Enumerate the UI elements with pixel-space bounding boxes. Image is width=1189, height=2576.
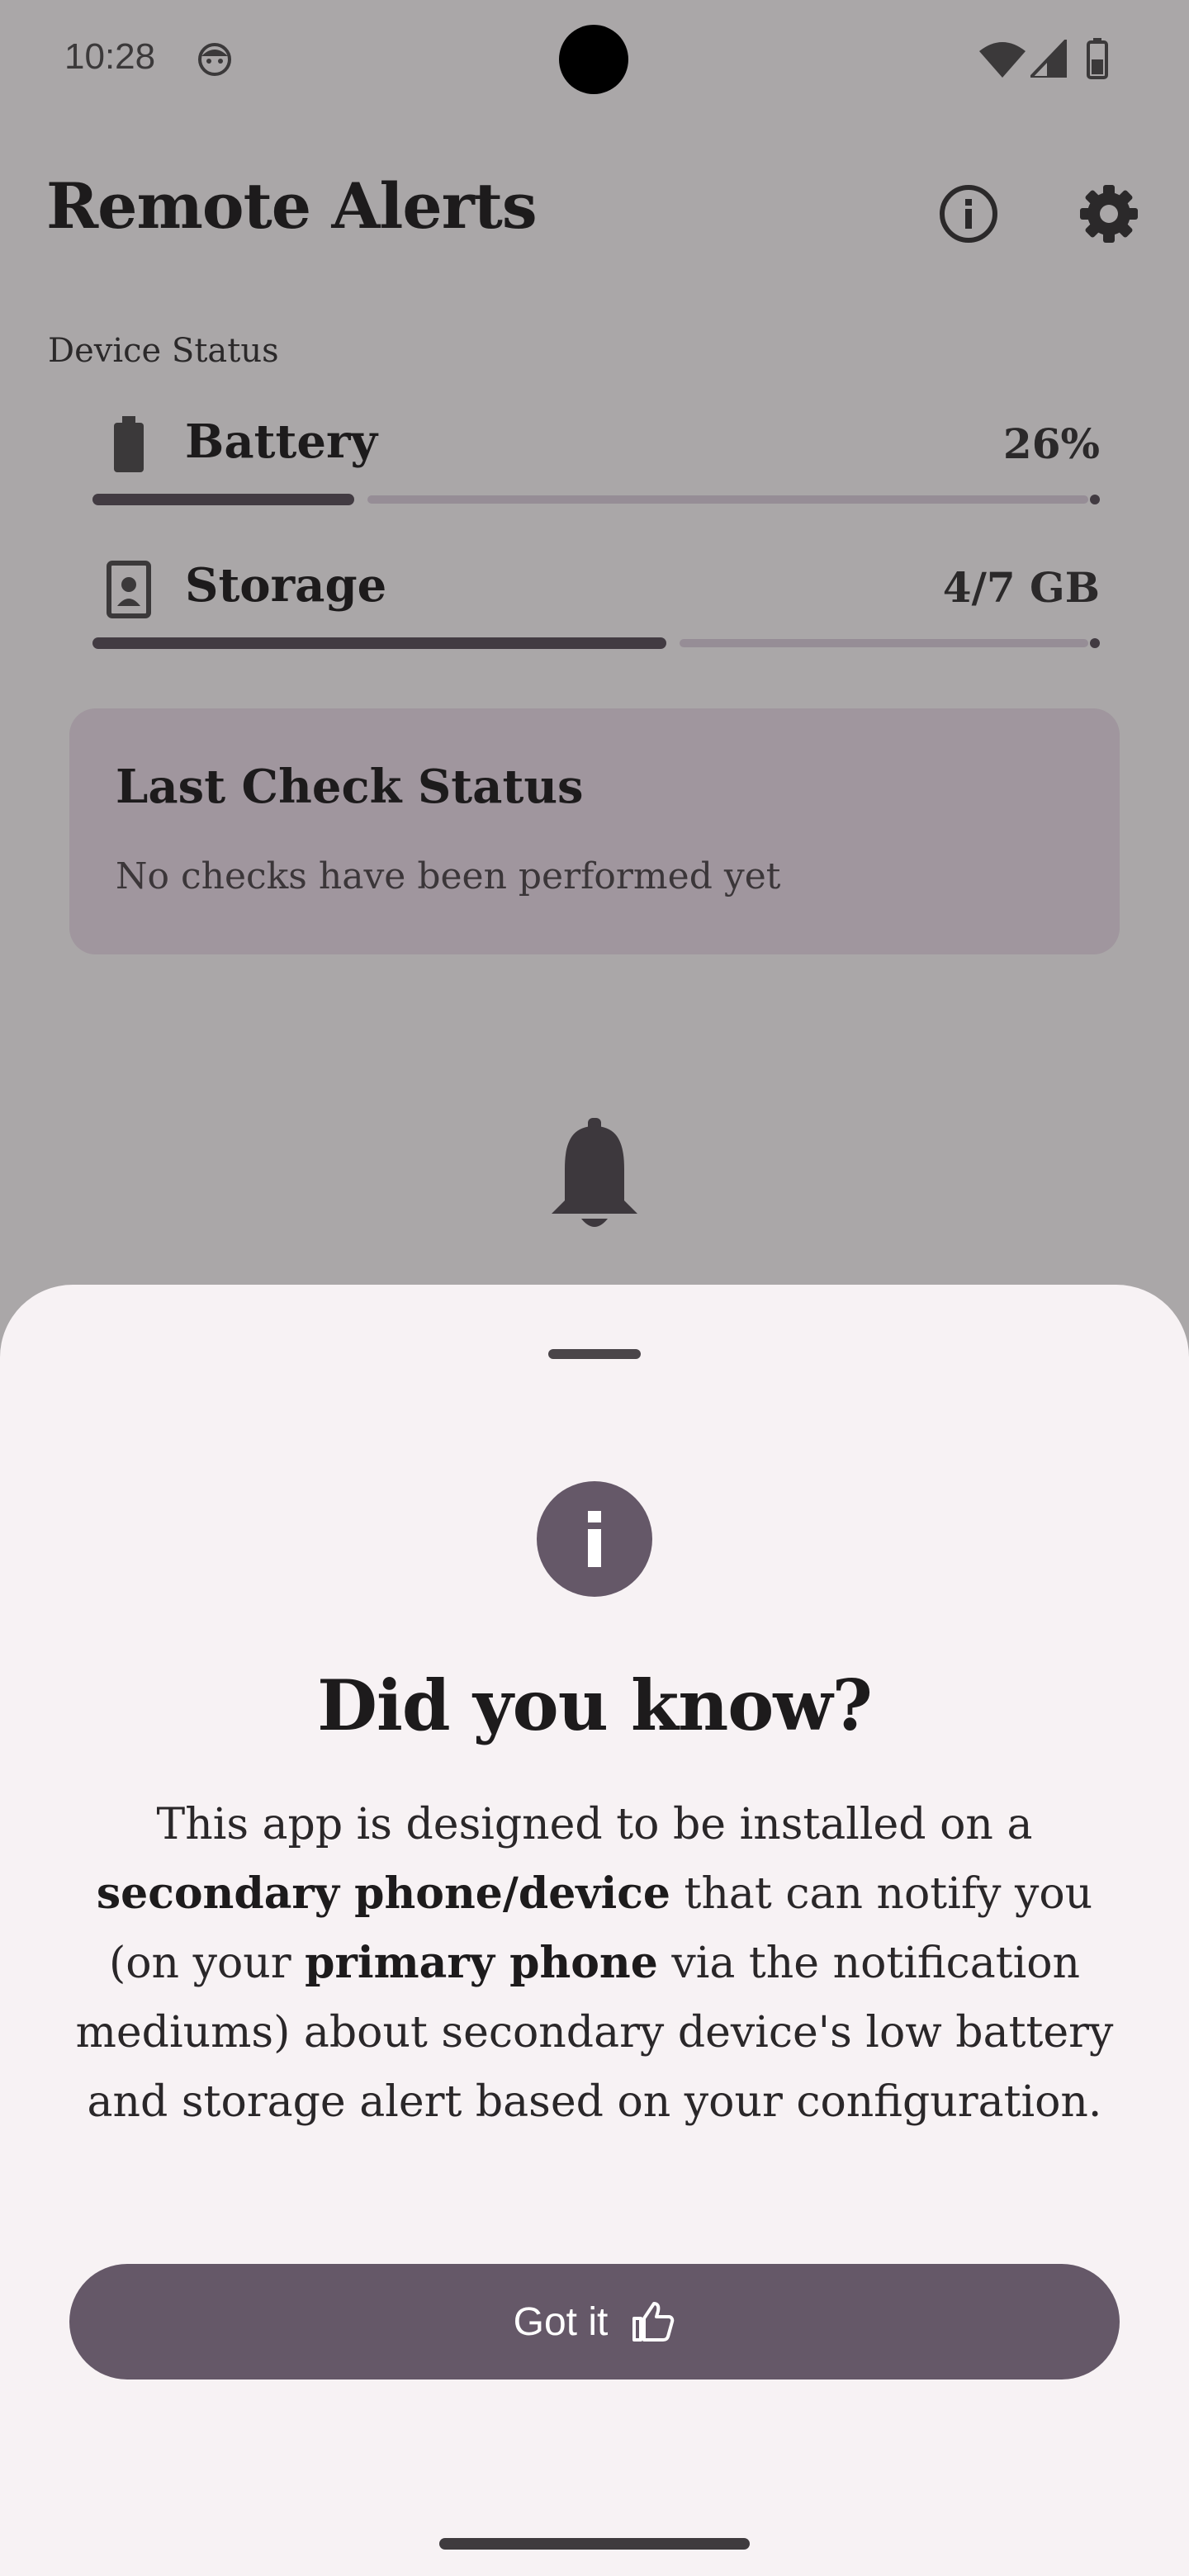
- camera-cutout: [559, 25, 628, 94]
- gear-icon[interactable]: [1073, 178, 1144, 249]
- home-indicator[interactable]: [439, 2538, 750, 2550]
- sheet-title: Did you know?: [317, 1664, 873, 1746]
- storage-label: Storage: [185, 558, 387, 613]
- info-bottom-sheet: Did you know? This app is designed to be…: [0, 1285, 1189, 2576]
- section-label-device-status: Device Status: [48, 332, 279, 370]
- last-check-card: Last Check Status No checks have been pe…: [69, 708, 1120, 954]
- bell-icon: [552, 1118, 637, 1227]
- storage-status-row: Storage 4/7 GB: [92, 555, 1100, 670]
- battery-icon: [114, 416, 144, 472]
- battery-progress-fill: [92, 494, 354, 505]
- storage-value: 4/7 GB: [942, 563, 1100, 612]
- sheet-body-text-1: This app is designed to be installed on …: [156, 1800, 1033, 1849]
- storage-progress-bar: [92, 637, 1100, 649]
- status-bar: 10:28: [0, 0, 1189, 124]
- got-it-label: Got it: [513, 2299, 609, 2344]
- last-check-title: Last Check Status: [116, 760, 584, 814]
- info-icon: [537, 1481, 652, 1597]
- battery-progress-track: [367, 495, 1088, 504]
- drag-handle[interactable]: [548, 1349, 641, 1359]
- status-time: 10:28: [64, 36, 156, 77]
- sheet-body-bold-1: secondary phone/device: [96, 1868, 671, 1919]
- thumbs-up-icon: [632, 2302, 675, 2342]
- storage-icon: [107, 561, 151, 618]
- storage-progress-track: [680, 639, 1088, 647]
- battery-progress-bar: [92, 494, 1100, 505]
- last-check-message: No checks have been performed yet: [116, 855, 781, 897]
- sheet-body-bold-2: primary phone: [305, 1938, 658, 1988]
- sheet-body: This app is designed to be installed on …: [58, 1790, 1131, 2137]
- app-title: Remote Alerts: [46, 169, 538, 243]
- got-it-button[interactable]: Got it: [69, 2264, 1120, 2379]
- battery-progress-end: [1090, 495, 1100, 504]
- wifi-icon: [979, 42, 1026, 78]
- battery-icon: [1087, 38, 1108, 79]
- battery-status-row: Battery 26%: [92, 411, 1100, 527]
- signal-icon: [1030, 40, 1067, 78]
- battery-value: 26%: [1002, 419, 1100, 468]
- battery-label: Battery: [185, 414, 378, 469]
- info-icon[interactable]: [933, 178, 1004, 249]
- storage-progress-end: [1090, 638, 1100, 648]
- storage-progress-fill: [92, 637, 666, 649]
- face-icon: [198, 43, 231, 76]
